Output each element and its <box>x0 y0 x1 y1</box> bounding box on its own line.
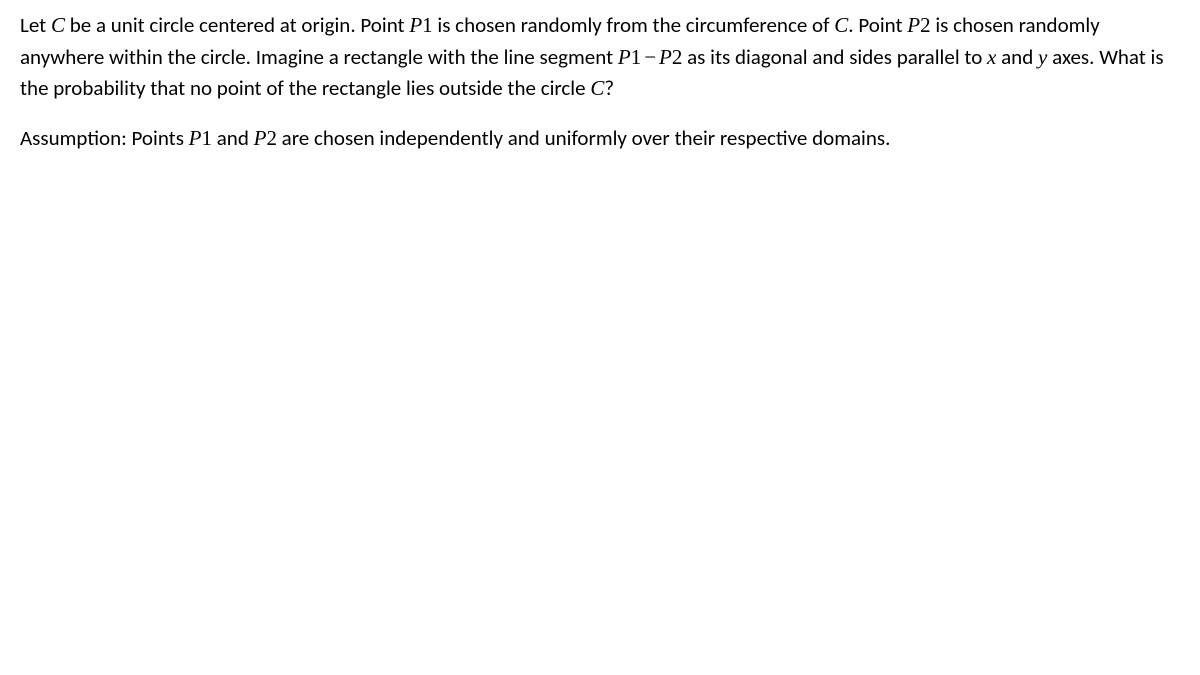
number-1: 1 <box>201 126 212 150</box>
text-run: is chosen randomly from the circumferenc… <box>433 12 835 38</box>
text-run: . Point <box>848 12 907 38</box>
variable-p: P <box>618 45 631 69</box>
variable-p: P <box>659 45 672 69</box>
variable-y: y <box>1038 45 1047 69</box>
number-2: 2 <box>920 13 931 37</box>
text-run: and <box>996 44 1038 70</box>
number-1: 1 <box>631 45 642 69</box>
variable-x: x <box>987 45 996 69</box>
number-2: 2 <box>266 126 277 150</box>
variable-p: P <box>189 126 202 150</box>
text-run: Let <box>20 12 51 38</box>
assumption-paragraph: Assumption: Points P1 and P2 are chosen … <box>20 123 1180 155</box>
variable-p: P <box>907 13 920 37</box>
number-1: 1 <box>422 13 433 37</box>
text-run: as its diagonal and sides parallel to <box>682 44 987 70</box>
problem-paragraph-1: Let C be a unit circle centered at origi… <box>20 10 1180 105</box>
variable-c: C <box>590 76 604 100</box>
text-run: Assumption: Points <box>20 125 189 151</box>
text-run: be a unit circle centered at origin. Poi… <box>65 12 409 38</box>
text-run: ? <box>604 75 614 101</box>
variable-c: C <box>834 13 848 37</box>
text-run: and <box>212 125 254 151</box>
variable-p: P <box>254 126 267 150</box>
minus-operator: − <box>641 45 659 69</box>
variable-p: P <box>409 13 422 37</box>
variable-c: C <box>51 13 65 37</box>
number-2: 2 <box>672 45 683 69</box>
text-run: are chosen independently and uniformly o… <box>277 125 890 151</box>
